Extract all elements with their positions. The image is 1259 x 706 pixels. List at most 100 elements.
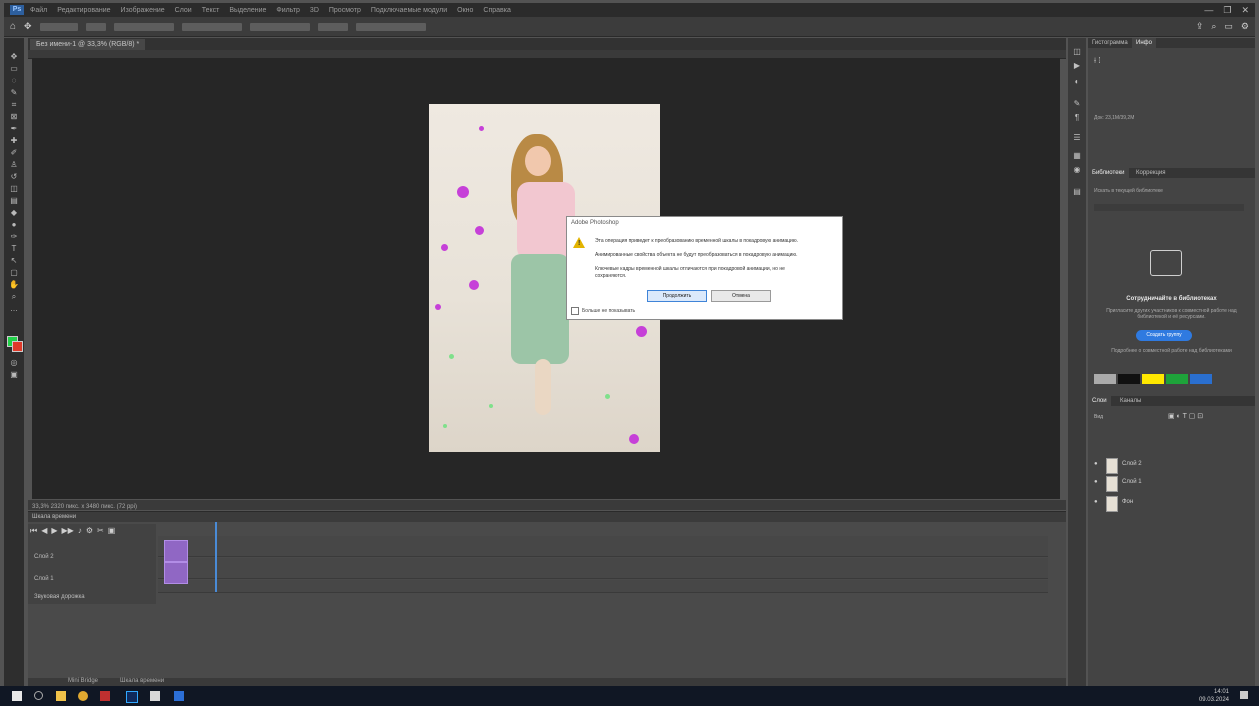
document-tab[interactable]: Без имени-1 @ 33,3% (RGB/8) * bbox=[30, 39, 146, 50]
styles-icon[interactable]: ▦ bbox=[1072, 152, 1082, 160]
lasso-tool-icon[interactable]: ◌ bbox=[8, 76, 20, 85]
layer-name[interactable]: Слой 2 bbox=[1122, 461, 1142, 467]
tab-layers[interactable]: Слои bbox=[1088, 396, 1111, 406]
more-options[interactable] bbox=[317, 22, 348, 31]
tab-adjustments[interactable]: Коррекция bbox=[1132, 168, 1170, 178]
artboard-tool-icon[interactable]: ▭ bbox=[8, 64, 20, 73]
audio-icon[interactable]: ♪ bbox=[78, 526, 82, 536]
play-icon[interactable]: ▶ bbox=[51, 526, 57, 536]
visibility-icon[interactable]: ● bbox=[1094, 461, 1098, 467]
chrome-icon[interactable] bbox=[78, 691, 88, 701]
menu-type[interactable]: Текст bbox=[202, 7, 220, 14]
continue-button[interactable]: Продолжить bbox=[647, 290, 707, 302]
menu-image[interactable]: Изображение bbox=[121, 7, 165, 14]
clone-stamp-tool-icon[interactable]: ♙ bbox=[8, 160, 20, 169]
dodge-tool-icon[interactable]: ● bbox=[8, 220, 20, 229]
move-tool-icon[interactable]: ✥ bbox=[8, 52, 20, 61]
brush-tool-icon[interactable]: ✐ bbox=[8, 148, 20, 157]
tab-libraries[interactable]: Библиотеки bbox=[1088, 168, 1129, 178]
3d-mode-buttons[interactable] bbox=[355, 22, 426, 31]
transition-icon[interactable]: ▣ bbox=[108, 526, 116, 536]
search-icon[interactable] bbox=[34, 691, 43, 700]
visibility-icon[interactable]: ● bbox=[1094, 479, 1098, 485]
layer-row[interactable]: ● Слой 2 bbox=[1092, 456, 1251, 474]
notifications-icon[interactable] bbox=[1240, 691, 1248, 699]
tab-channels[interactable]: Каналы bbox=[1116, 396, 1145, 406]
swatch-black[interactable] bbox=[1118, 374, 1140, 384]
swatch-yellow[interactable] bbox=[1142, 374, 1164, 384]
minimize-button[interactable]: — bbox=[1204, 5, 1213, 16]
gradient-tool-icon[interactable]: ▤ bbox=[8, 196, 20, 205]
dont-show-checkbox[interactable] bbox=[571, 307, 579, 315]
menu-3d[interactable]: 3D bbox=[310, 7, 319, 14]
next-frame-icon[interactable]: ▶▶ bbox=[62, 526, 74, 536]
pen-app-icon[interactable] bbox=[150, 691, 160, 701]
menu-select[interactable]: Выделение bbox=[229, 7, 266, 14]
tab-mini-bridge[interactable]: Mini Bridge bbox=[68, 678, 98, 684]
menu-file[interactable]: Файл bbox=[30, 7, 47, 14]
blur-tool-icon[interactable]: ◆ bbox=[8, 208, 20, 217]
track-label-layer1[interactable]: Слой 1 bbox=[34, 576, 54, 582]
type-tool-icon[interactable]: T bbox=[8, 244, 20, 253]
photoshop-taskbar-icon[interactable] bbox=[126, 691, 138, 703]
healing-brush-tool-icon[interactable]: ✚ bbox=[8, 136, 20, 145]
visibility-icon[interactable]: ● bbox=[1094, 499, 1098, 505]
track-label-layer2[interactable]: Слой 2 bbox=[34, 554, 54, 560]
properties-icon[interactable]: ☰ bbox=[1072, 134, 1082, 142]
settings-icon[interactable]: ⚙ bbox=[1241, 21, 1249, 32]
swatch-gray[interactable] bbox=[1094, 374, 1116, 384]
distribute-buttons[interactable] bbox=[249, 22, 310, 31]
layer-kind-filter[interactable]: Вид bbox=[1094, 414, 1103, 420]
libraries-strip-icon[interactable]: ▤ bbox=[1072, 188, 1082, 196]
libraries-search-box[interactable] bbox=[1094, 204, 1244, 211]
layer-name[interactable]: Фон bbox=[1122, 499, 1133, 505]
dont-show-again[interactable]: Больше не показывать bbox=[571, 307, 635, 315]
tab-histogram[interactable]: Гистограмма bbox=[1088, 38, 1132, 48]
menu-view[interactable]: Просмотр bbox=[329, 7, 361, 14]
canvas-area[interactable]: Adobe Photoshop ! Эта операция приведет … bbox=[32, 58, 1060, 499]
home-icon[interactable]: ⌂ bbox=[10, 21, 16, 32]
menu-window[interactable]: Окно bbox=[457, 7, 473, 14]
search-icon[interactable]: ⌕ bbox=[1211, 21, 1216, 32]
align-buttons[interactable] bbox=[181, 22, 242, 31]
auto-select-dropdown[interactable] bbox=[85, 22, 106, 31]
start-icon[interactable] bbox=[12, 691, 22, 701]
color-icon[interactable]: ◉ bbox=[1072, 166, 1082, 174]
crop-tool-icon[interactable]: ⌗ bbox=[8, 100, 20, 109]
move-tool-icon[interactable]: ✥ bbox=[24, 21, 32, 32]
first-frame-icon[interactable]: ⏮ bbox=[30, 526, 37, 536]
background-color-swatch[interactable] bbox=[12, 341, 23, 352]
path-select-tool-icon[interactable]: ↖ bbox=[8, 256, 20, 265]
create-group-button[interactable]: Создать группу bbox=[1136, 330, 1192, 341]
split-icon[interactable]: ✂ bbox=[97, 526, 104, 536]
workspace-icon[interactable]: ▭ bbox=[1224, 21, 1233, 32]
hand-tool-icon[interactable]: ✋ bbox=[8, 280, 20, 289]
swatch-blue[interactable] bbox=[1190, 374, 1212, 384]
menu-filter[interactable]: Фильтр bbox=[276, 7, 300, 14]
shape-tool-icon[interactable]: ▢ bbox=[8, 268, 20, 277]
frame-tool-icon[interactable]: ⊠ bbox=[8, 112, 20, 121]
eyedropper-tool-icon[interactable]: ✒ bbox=[8, 124, 20, 133]
auto-select-checkbox[interactable] bbox=[39, 22, 78, 31]
quick-select-tool-icon[interactable]: ✎ bbox=[8, 88, 20, 97]
swatch-green[interactable] bbox=[1166, 374, 1188, 384]
timeline-track[interactable] bbox=[158, 536, 1048, 557]
more-tools-icon[interactable]: … bbox=[8, 304, 20, 313]
transform-controls-checkbox[interactable] bbox=[113, 22, 174, 31]
timeline-track[interactable] bbox=[158, 558, 1048, 579]
layer-row[interactable]: ● Слой 1 bbox=[1092, 474, 1251, 492]
timeline-playhead[interactable] bbox=[215, 522, 217, 592]
track-label-audio[interactable]: Звуковая дорожка bbox=[34, 594, 85, 600]
app-icon[interactable] bbox=[100, 691, 110, 701]
close-button[interactable]: ✕ bbox=[1241, 5, 1249, 16]
history-brush-tool-icon[interactable]: ↺ bbox=[8, 172, 20, 181]
timeline-clip-layer1[interactable] bbox=[164, 562, 188, 584]
libraries-footer-link[interactable]: Подробнее о совместной работе над библио… bbox=[1098, 348, 1245, 354]
adjustments-icon[interactable]: ◐ bbox=[1072, 78, 1082, 86]
quick-mask-icon[interactable]: ◎ bbox=[8, 358, 20, 367]
tab-timeline[interactable]: Шкала времени bbox=[120, 678, 164, 684]
taskbar-clock[interactable]: 14:01 09.03.2024 bbox=[1199, 688, 1229, 704]
menu-plugins[interactable]: Подключаемые модули bbox=[371, 7, 447, 14]
actions-icon[interactable]: ▶ bbox=[1072, 62, 1082, 70]
settings-icon[interactable]: ⚙ bbox=[86, 526, 93, 536]
